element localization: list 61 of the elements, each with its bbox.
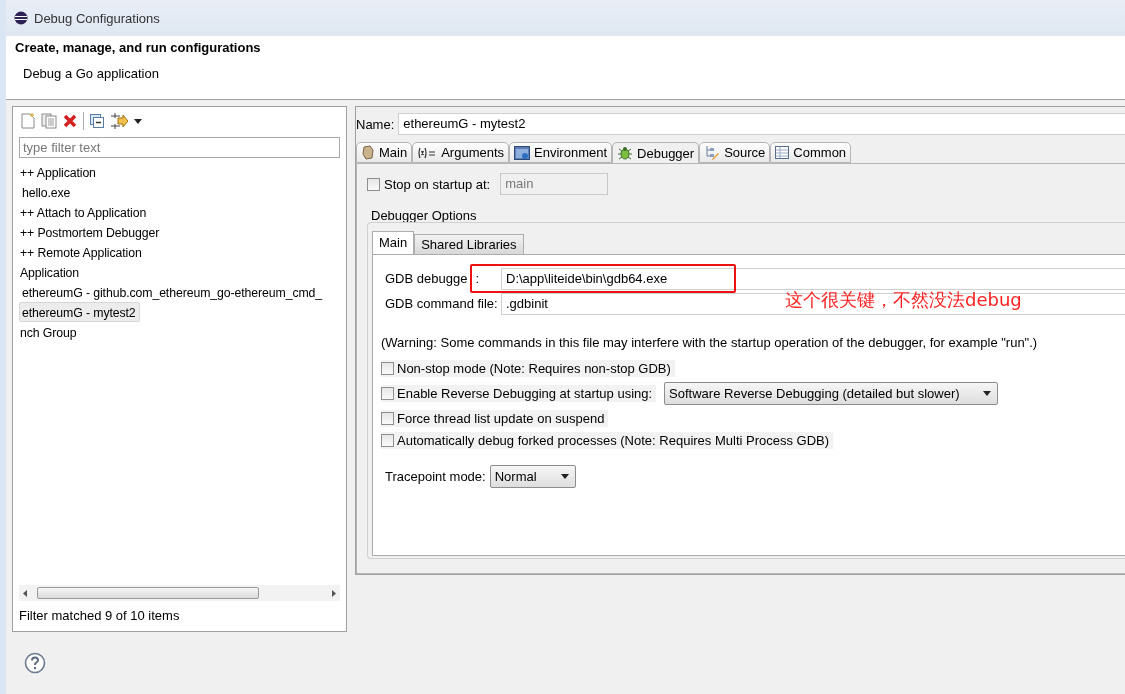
tab[interactable]: Arguments (412, 142, 510, 163)
warning-text: (Warning: Some commands in this file may interfere with the startup operation of the debugger, for example "run".) (381, 335, 1039, 350)
source-tree-icon (704, 144, 721, 161)
tree-item[interactable]: ++ Postmortem Debugger (19, 222, 164, 242)
eclipse-logo-icon (14, 11, 28, 25)
filter-field[interactable]: type filter text (19, 137, 340, 158)
dropdown-arrow-icon (983, 390, 992, 396)
tree-item[interactable]: ethereumG - mytest2 (19, 302, 140, 322)
checkbox[interactable] (381, 361, 394, 375)
table-icon (775, 146, 790, 159)
stop-on-startup-label: Stop on startup at: (384, 176, 491, 192)
dropdown-arrow-icon (134, 118, 142, 124)
colon-label: : (475, 271, 480, 286)
header-title: Create, manage, and run configurations (15, 40, 262, 55)
variable-icon (417, 146, 438, 159)
tree-item[interactable]: ++ Attach to Application (19, 202, 151, 222)
tab[interactable]: Common (770, 142, 852, 163)
tab[interactable]: Environment (509, 142, 613, 163)
window-icon (514, 145, 531, 160)
tracepoint-label: Tracepoint mode: (385, 469, 486, 484)
reverse-debugging-dropdown[interactable]: Software Reverse Debugging (detailed but slower) (664, 381, 999, 405)
collapse-all-icon[interactable] (90, 114, 104, 128)
group-title: Debugger Options (370, 208, 478, 222)
gdb-command-file-label: GDB command file: (385, 296, 499, 311)
checkbox-label: Force thread list update on suspend (397, 410, 605, 426)
tab[interactable]: Source (699, 142, 771, 163)
header-subtitle: Debug a Go application (23, 66, 160, 81)
tree-item[interactable]: hello.exe (19, 182, 75, 202)
filter-arrows-icon[interactable] (110, 113, 128, 129)
checkbox-label: Non-stop mode (Note: Requires non-stop GDB) (397, 360, 671, 376)
gdb-debugger-label: GDB debugge (385, 271, 468, 286)
new-file-icon[interactable] (21, 113, 35, 129)
checkbox[interactable] (381, 433, 394, 447)
tab[interactable]: Main (356, 142, 413, 163)
filter-status: Filter matched 9 of 10 items (19, 607, 181, 625)
tab[interactable]: Main (372, 231, 415, 255)
checkbox-label: Enable Reverse Debugging at startup using: (397, 385, 653, 401)
tree-item[interactable]: ethereumG - github.com_ethereum_go-ethereum_cmd_ (19, 282, 327, 302)
scroll-left-icon[interactable] (23, 589, 27, 597)
help-icon[interactable] (24, 652, 46, 674)
tree-item[interactable]: nch Group (19, 322, 81, 342)
window-title: Debug Configurations (34, 10, 160, 26)
bug-icon (617, 145, 634, 161)
tab[interactable]: Debugger (612, 142, 700, 163)
checkbox-label: Automatically debug forked processes (Note: Requires Multi Process GDB) (397, 432, 830, 448)
name-label: Name: (356, 116, 395, 132)
dropdown-arrow-icon (560, 474, 569, 479)
tree-item[interactable]: ++ Remote Application (19, 242, 146, 262)
delete-icon[interactable] (63, 114, 77, 128)
tree-item[interactable]: Application (19, 262, 84, 282)
checkbox[interactable] (381, 411, 394, 425)
horizontal-scrollbar[interactable] (19, 585, 340, 601)
tracepoint-dropdown[interactable]: Normal (489, 465, 576, 488)
tab[interactable]: Shared Libraries (414, 234, 524, 255)
tag-icon (361, 145, 375, 160)
copy-icon[interactable] (41, 113, 57, 129)
gdb-debugger-field[interactable]: D:\app\liteide\bin\gdb64.exe (501, 267, 1125, 290)
name-field[interactable]: ethereumG - mytest2 (398, 113, 1125, 135)
scroll-right-icon[interactable] (332, 589, 336, 597)
tree-item[interactable]: ++ Application (19, 162, 100, 182)
checkbox[interactable] (381, 386, 394, 400)
